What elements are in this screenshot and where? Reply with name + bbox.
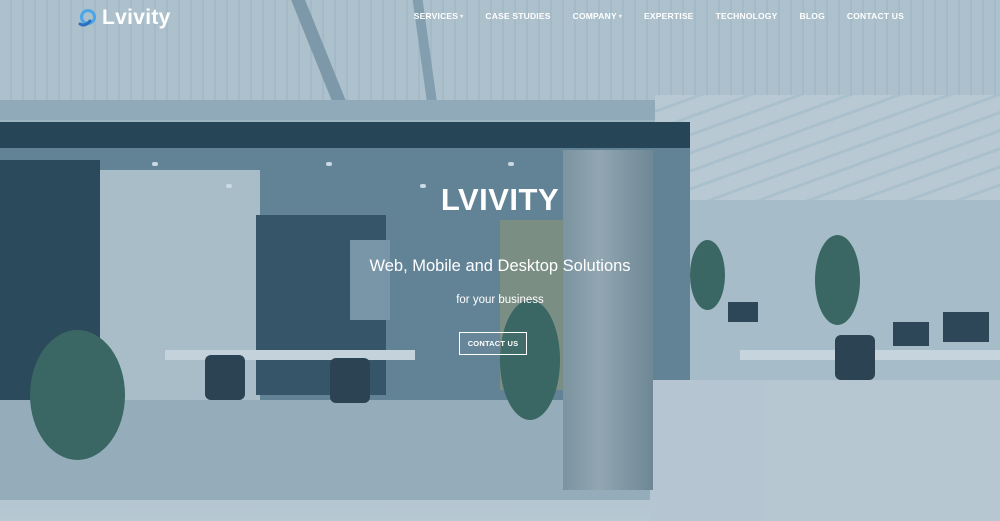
chevron-down-icon: ▾ xyxy=(460,13,464,20)
logo-link[interactable]: Lvivity xyxy=(76,7,171,29)
nav-item-label: COMPANY xyxy=(572,11,617,21)
nav-item-technology[interactable]: TECHNOLOGY xyxy=(705,11,789,21)
nav-item-label: SERVICES xyxy=(413,11,459,21)
site-header: Lvivity SERVICES ▾ CASE STUDIES COMPANY … xyxy=(0,0,1000,36)
hero-subtitle: Web, Mobile and Desktop Solutions xyxy=(369,257,631,275)
chevron-down-icon: ▾ xyxy=(618,13,623,20)
lvivity-logo-icon xyxy=(76,7,100,29)
main-nav: SERVICES ▾ CASE STUDIES COMPANY ▾ EXPERT… xyxy=(403,11,915,21)
hero-title: LVIVITY xyxy=(440,182,560,217)
nav-item-label: TECHNOLOGY xyxy=(715,11,778,21)
nav-item-label: EXPERTISE xyxy=(644,11,694,21)
nav-item-contact-us[interactable]: CONTACT US xyxy=(836,11,915,21)
nav-item-label: BLOG xyxy=(799,11,825,21)
nav-item-label: CONTACT US xyxy=(846,11,904,21)
hero-tagline: for your business xyxy=(456,294,544,306)
nav-item-label: CASE STUDIES xyxy=(485,11,551,21)
nav-item-case-studies[interactable]: CASE STUDIES xyxy=(474,11,561,21)
nav-item-blog[interactable]: BLOG xyxy=(789,11,836,21)
nav-item-expertise[interactable]: EXPERTISE xyxy=(633,11,705,21)
nav-item-company[interactable]: COMPANY ▾ xyxy=(562,11,633,21)
contact-us-button[interactable]: CONTACT US xyxy=(459,332,527,355)
nav-item-services[interactable]: SERVICES ▾ xyxy=(403,11,475,21)
logo-text: Lvivity xyxy=(102,6,171,29)
